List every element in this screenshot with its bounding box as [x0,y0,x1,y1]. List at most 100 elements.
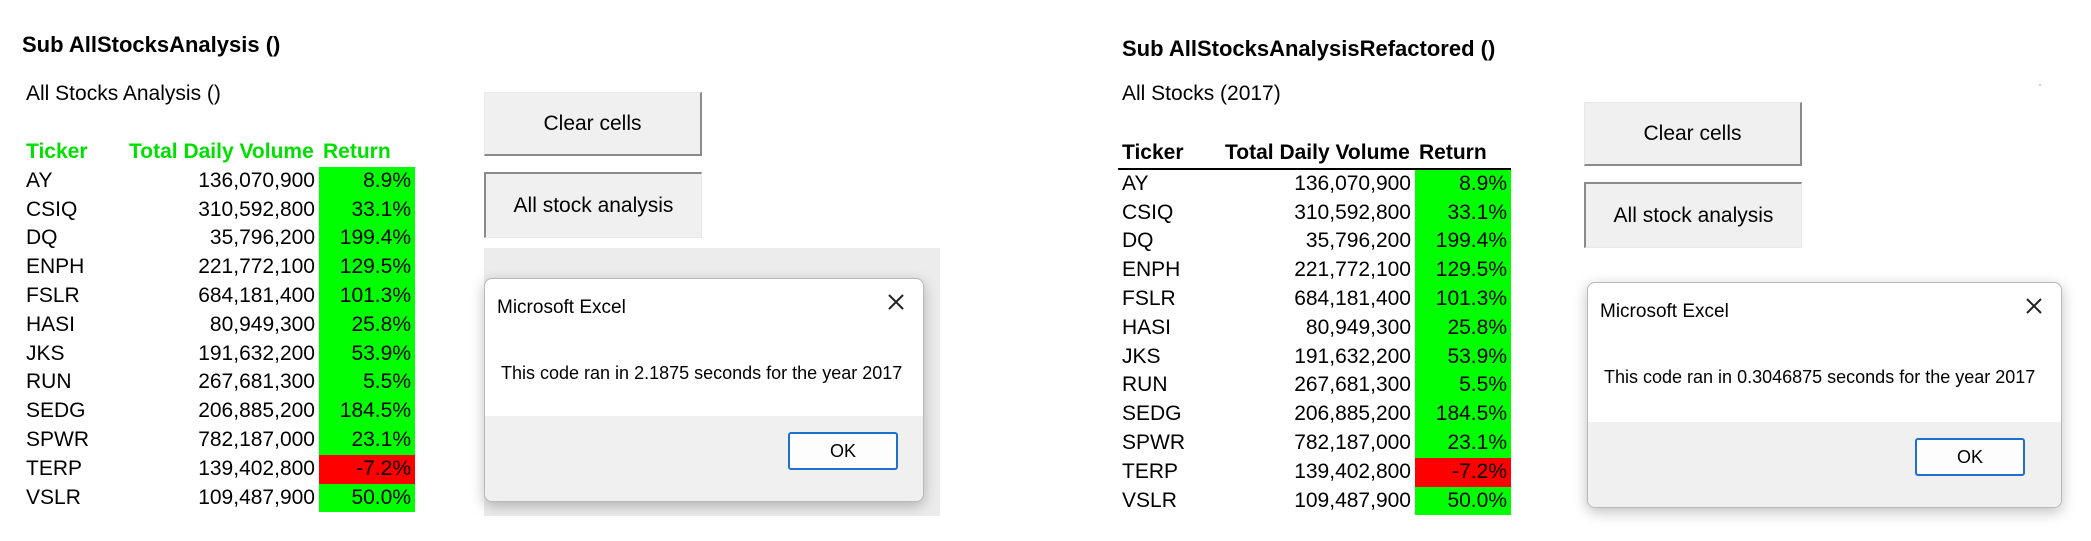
return-cell: 5.5% [1415,371,1511,401]
ticker-cell: SEDG [26,399,86,423]
return-cell: 101.3% [319,281,415,311]
panel-original: Sub AllStocksAnalysis () All Stocks Anal… [0,0,950,541]
ok-button[interactable]: OK [788,432,898,470]
clear-cells-button[interactable]: Clear cells [1584,102,1802,166]
sheet-title: All Stocks (2017) [1122,82,1281,105]
return-cell: 184.5% [1415,400,1511,429]
return-cell: 8.9% [1415,168,1511,199]
header-ticker: Ticker [26,140,88,163]
table-row: VSLR 109,487,900 50.0% [22,483,415,513]
dialog-title: Microsoft Excel [497,297,626,318]
clear-cells-button[interactable]: Clear cells [484,92,702,156]
ticker-cell: JKS [1122,344,1161,368]
dialog-title: Microsoft Excel [1600,301,1729,322]
table-row: SPWR 782,187,000 23.1% [1118,428,1511,458]
return-cell: -7.2% [1415,457,1511,487]
message-box: Microsoft Excel This code ran in 2.1875 … [484,278,924,502]
return-cell: 50.0% [319,483,415,513]
table-body: AY 136,070,900 8.9% CSIQ 310,592,800 33.1% DQ 3… [22,166,415,513]
ticker-cell: TERP [26,456,83,480]
volume-cell: 267,681,300 [1294,373,1411,397]
ticker-cell: JKS [26,341,65,365]
ticker-cell: DQ [26,226,58,250]
stocks-table: Ticker Total Daily Volume Return AY 136,0… [22,138,415,513]
header-return: Return [323,140,391,163]
table-row: TERP 139,402,800 -7.2% [22,454,415,484]
header-volume: Total Daily Volume [1221,139,1415,170]
return-cell: 50.0% [1415,486,1511,516]
volume-cell: 206,885,200 [198,399,315,423]
dialog-message: This code ran in 2.1875 seconds for the … [501,363,903,383]
volume-cell: 206,885,200 [1294,402,1411,426]
ticker-cell: TERP [1122,459,1179,483]
volume-cell: 35,796,200 [1305,229,1411,253]
table-row: AY 136,070,900 8.9% [1118,168,1511,199]
header-volume: Total Daily Volume [129,140,314,163]
table-row: FSLR 684,181,400 101.3% [1118,284,1511,314]
stray-dot [2039,84,2041,86]
ok-button[interactable]: OK [1915,438,2025,476]
return-cell: 33.1% [319,195,415,225]
table-row: DQ 35,796,200 199.4% [22,224,415,254]
volume-cell: 310,592,800 [198,197,315,221]
return-cell: -7.2% [319,454,415,484]
ticker-cell: AY [1122,171,1149,195]
all-stock-analysis-button[interactable]: All stock analysis [484,172,702,238]
volume-cell: 139,402,800 [1294,459,1411,483]
volume-cell: 191,632,200 [1294,344,1411,368]
table-row: CSIQ 310,592,800 33.1% [22,195,415,225]
volume-cell: 136,070,900 [1294,171,1411,195]
header-ticker: Ticker [1118,139,1221,170]
volume-cell: 191,632,200 [198,341,315,365]
volume-cell: 221,772,100 [198,255,315,279]
return-cell: 199.4% [319,224,415,254]
ticker-cell: AY [26,168,53,192]
volume-cell: 310,592,800 [1294,200,1411,224]
volume-cell: 109,487,900 [198,485,315,509]
return-cell: 33.1% [1415,198,1511,228]
stocks-table: Ticker Total Daily Volume Return AY 136,0… [1118,139,1511,516]
ticker-cell: RUN [1122,373,1168,397]
all-stock-analysis-button[interactable]: All stock analysis [1584,182,1802,248]
table-row: JKS 191,632,200 53.9% [1118,342,1511,372]
panel-refactored: Sub AllStocksAnalysisRefactored () All S… [1110,0,2091,541]
ticker-cell: FSLR [1122,286,1176,310]
table-row: FSLR 684,181,400 101.3% [22,281,415,311]
return-cell: 25.8% [319,310,415,340]
ticker-cell: VSLR [26,485,81,509]
volume-cell: 684,181,400 [1294,286,1411,310]
table-row: AY 136,070,900 8.9% [22,166,415,196]
ticker-cell: CSIQ [1122,200,1174,224]
ticker-cell: CSIQ [26,197,78,221]
table-body: AY 136,070,900 8.9% CSIQ 310,592,800 33.1% DQ 3… [1118,168,1511,516]
table-row: SEDG 206,885,200 184.5% [1118,400,1511,429]
table-header-row: Ticker Total Daily Volume Return [22,138,415,167]
ticker-cell: SEDG [1122,402,1182,426]
return-cell: 184.5% [319,397,415,426]
table-row: HASI 80,949,300 25.8% [22,310,415,340]
close-icon[interactable] [2021,293,2047,319]
return-cell: 53.9% [319,339,415,369]
ticker-cell: SPWR [26,427,89,451]
volume-cell: 267,681,300 [198,370,315,394]
volume-cell: 136,070,900 [198,168,315,192]
table-row: CSIQ 310,592,800 33.1% [1118,198,1511,228]
close-icon[interactable] [883,289,909,315]
volume-cell: 782,187,000 [198,427,315,451]
dialog-footer: OK [1588,422,2061,507]
macro-heading: Sub AllStocksAnalysis () [22,32,281,57]
volume-cell: 35,796,200 [209,226,315,250]
volume-cell: 80,949,300 [1305,315,1411,339]
return-cell: 25.8% [1415,313,1511,343]
ticker-cell: SPWR [1122,430,1185,454]
ticker-cell: ENPH [26,255,85,279]
table-header-row: Ticker Total Daily Volume Return [1118,139,1511,170]
ticker-cell: ENPH [1122,258,1181,282]
table-row: ENPH 221,772,100 129.5% [1118,256,1511,285]
volume-cell: 684,181,400 [198,283,315,307]
table-row: DQ 35,796,200 199.4% [1118,227,1511,257]
table-row: SEDG 206,885,200 184.5% [22,397,415,426]
return-cell: 101.3% [1415,284,1511,314]
dialog-message: This code ran in 0.3046875 seconds for t… [1604,367,2036,387]
return-cell: 8.9% [319,166,415,196]
